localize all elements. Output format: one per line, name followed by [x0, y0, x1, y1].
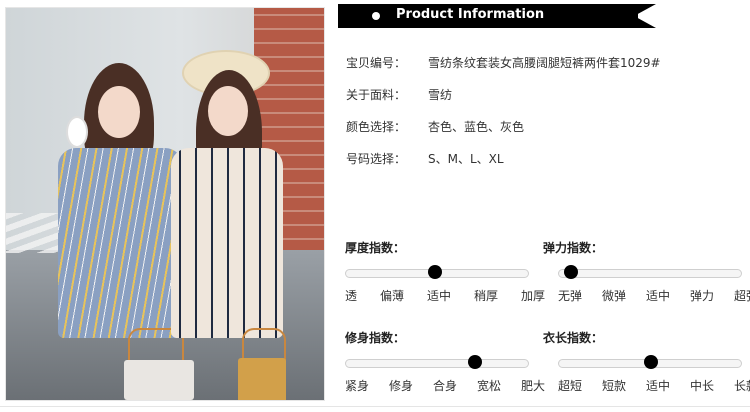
info-row: 宝贝编号： 雪纺条纹套装女高腰阔腿短裤两件套1029#	[346, 54, 736, 86]
thickness-index-title: 厚度指数：	[345, 241, 406, 255]
info-value: 雪纺	[428, 88, 453, 102]
info-row: 号码选择： S、M、L、XL	[346, 150, 736, 182]
tick-label: 稍厚	[473, 289, 498, 303]
product-info: 宝贝编号： 雪纺条纹套装女高腰阔腿短裤两件套1029# 关于面料： 雪纺 颜色选…	[346, 54, 736, 182]
header-ribbon-tail	[634, 4, 656, 28]
info-label: 颜色选择：	[346, 120, 407, 134]
length-index-title: 衣长指数：	[543, 331, 604, 345]
tick-label: 短款	[601, 379, 626, 393]
thickness-index-ticks: 透 偏薄 适中 稍厚 加厚	[345, 287, 545, 304]
elasticity-index: 弹力指数： 无弹 微弹 适中 弹力 超弹	[543, 239, 750, 303]
info-value: 雪纺条纹套装女高腰阔腿短裤两件套1029#	[428, 56, 661, 70]
fit-index: 修身指数： 紧身 修身 合身 宽松 肥大	[345, 329, 545, 393]
tick-label: 中长	[689, 379, 714, 393]
fit-index-title: 修身指数：	[345, 331, 406, 345]
tick-label: 适中	[645, 379, 670, 393]
elasticity-index-knob	[564, 265, 578, 279]
length-index-knob	[644, 355, 658, 369]
length-index: 衣长指数： 超短 短款 适中 中长 长款	[543, 329, 750, 393]
header-title: Product Information	[396, 7, 545, 22]
tick-label: 微弹	[601, 289, 626, 303]
tick-label: 宽松	[476, 379, 501, 393]
tick-label: 修身	[388, 379, 413, 393]
tick-label: 肥大	[520, 379, 545, 393]
header-bullet-icon	[372, 12, 380, 20]
length-index-ticks: 超短 短款 适中 中长 长款	[558, 377, 750, 394]
tick-label: 紧身	[345, 379, 370, 393]
product-photo	[5, 7, 325, 401]
elasticity-index-track	[558, 269, 742, 278]
thickness-index: 厚度指数： 透 偏薄 适中 稍厚 加厚	[345, 239, 545, 303]
tick-label: 合身	[432, 379, 457, 393]
info-row: 颜色选择： 杏色、蓝色、灰色	[346, 118, 736, 150]
tick-label: 长款	[733, 379, 750, 393]
bottom-divider	[0, 406, 750, 407]
info-label: 宝贝编号：	[346, 56, 407, 70]
tick-label: 适中	[426, 289, 451, 303]
tick-label: 偏薄	[379, 289, 404, 303]
info-value: 杏色、蓝色、灰色	[428, 120, 525, 134]
tick-label: 加厚	[520, 289, 545, 303]
tick-label: 超弹	[733, 289, 750, 303]
info-value: S、M、L、XL	[428, 152, 504, 166]
info-label: 号码选择：	[346, 152, 407, 166]
tick-label: 透	[345, 289, 358, 303]
fit-index-track	[345, 359, 529, 368]
section-header: Product Information	[338, 4, 658, 28]
fit-index-knob	[468, 355, 482, 369]
fit-index-ticks: 紧身 修身 合身 宽松 肥大	[345, 377, 545, 394]
tick-label: 适中	[645, 289, 670, 303]
elasticity-index-ticks: 无弹 微弹 适中 弹力 超弹	[558, 287, 750, 304]
thickness-index-knob	[428, 265, 442, 279]
tick-label: 弹力	[689, 289, 714, 303]
info-row: 关于面料： 雪纺	[346, 86, 736, 118]
elasticity-index-title: 弹力指数：	[543, 241, 604, 255]
tick-label: 无弹	[558, 289, 583, 303]
tick-label: 超短	[558, 379, 583, 393]
info-label: 关于面料：	[346, 88, 407, 102]
